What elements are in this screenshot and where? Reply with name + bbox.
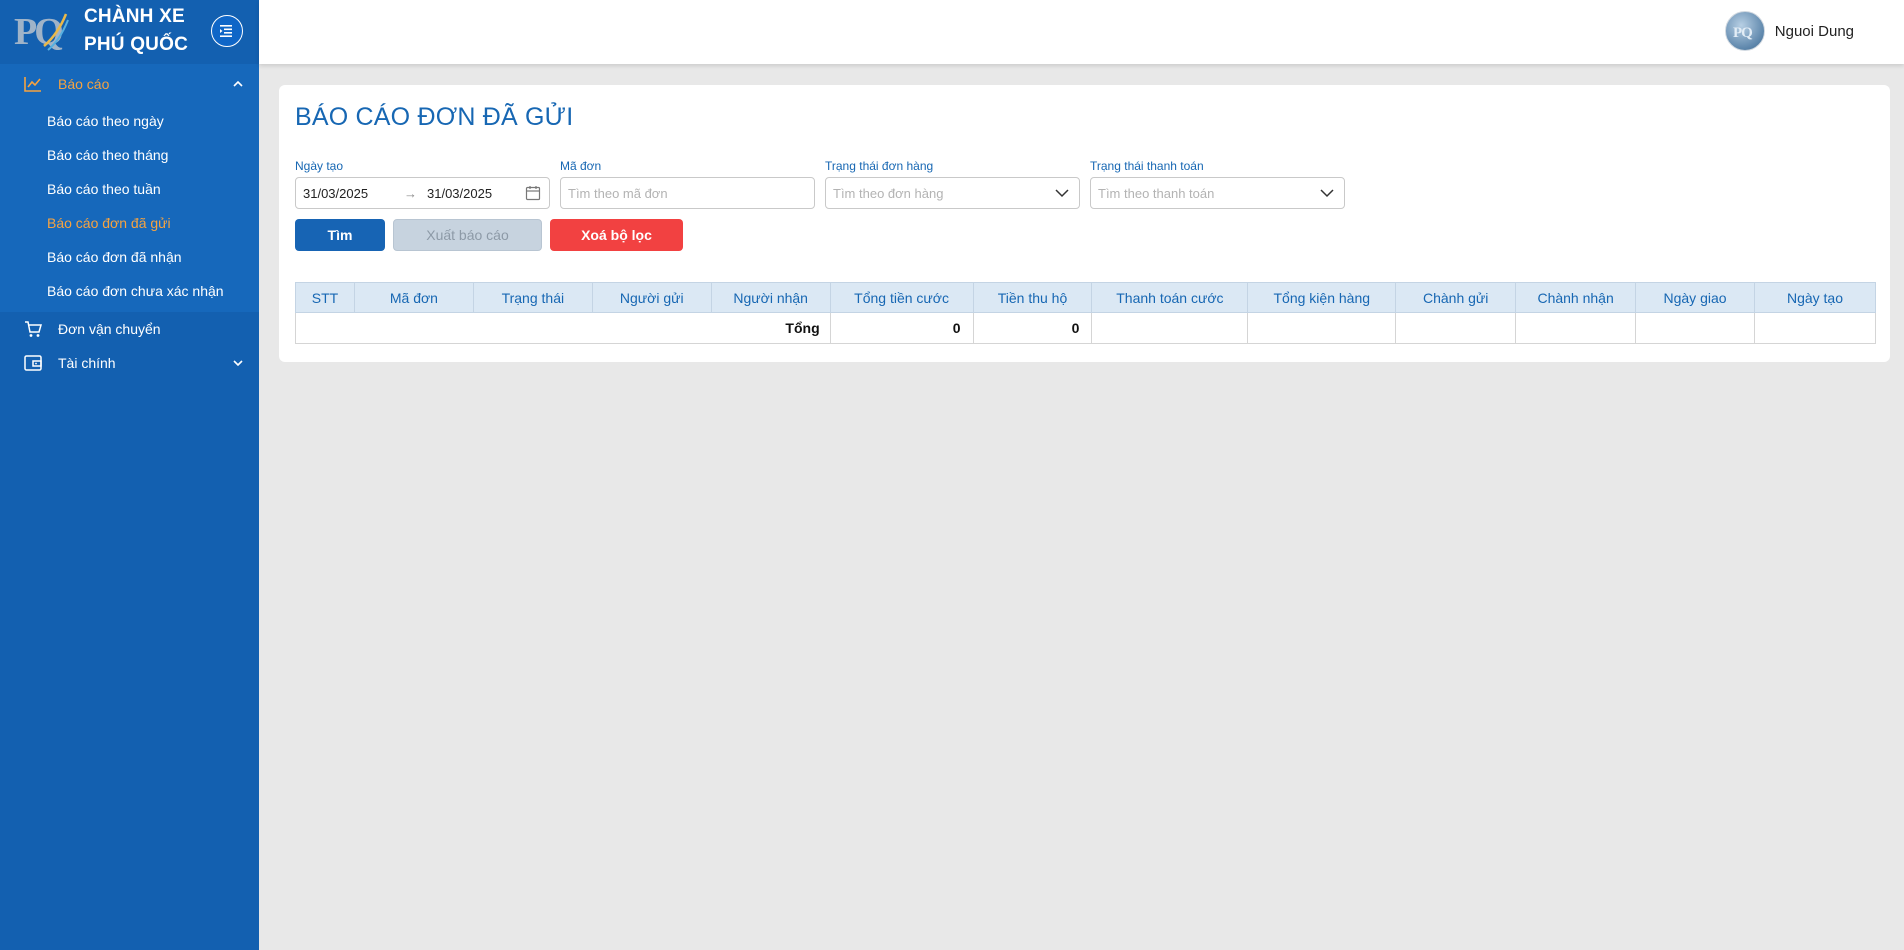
table-cell [1515, 312, 1637, 344]
column-header[interactable]: Chành gửi [1395, 282, 1517, 313]
sidebar: PQ CHÀNH XE PHÚ QUỐC Báo cáo Báo cáo the… [0, 0, 259, 950]
menu-group-reports: Báo cáo Báo cáo theo ngày Báo cáo theo t… [0, 64, 259, 312]
column-header[interactable]: Người nhận [710, 282, 831, 313]
menu-fold-icon [220, 25, 232, 37]
sidebar-item-report-sent-orders[interactable]: Báo cáo đơn đã gửi [0, 206, 259, 240]
sidebar-item-report-by-day[interactable]: Báo cáo theo ngày [0, 104, 259, 138]
date-range-picker[interactable]: 31/03/2025 → 31/03/2025 [295, 177, 550, 209]
order-status-select[interactable]: Tìm theo đơn hàng [825, 177, 1080, 209]
table-cell [1395, 312, 1517, 344]
sidebar-item-shipments[interactable]: Đơn vận chuyển [0, 312, 259, 346]
brand-line-2: PHÚ QUỐC [84, 34, 188, 55]
reports-submenu: Báo cáo theo ngày Báo cáo theo tháng Báo… [0, 104, 259, 312]
avatar: PQ [1724, 11, 1765, 51]
wallet-icon [22, 352, 44, 374]
column-header[interactable]: Chành nhận [1515, 282, 1637, 313]
brand: PQ CHÀNH XE PHÚ QUỐC [0, 0, 259, 62]
user-name: Nguoi Dung [1774, 22, 1854, 40]
order-status-placeholder: Tìm theo đơn hàng [833, 185, 944, 201]
table-cell [1753, 312, 1877, 344]
line-chart-icon [22, 73, 44, 95]
order-code-placeholder: Tìm theo mã đơn [568, 185, 668, 201]
export-report-button[interactable]: Xuất báo cáo [393, 219, 542, 251]
column-header[interactable]: Thanh toán cước [1091, 282, 1249, 313]
payment-status-placeholder: Tìm theo thanh toán [1098, 185, 1215, 201]
date-to-input[interactable]: 31/03/2025 [427, 186, 492, 201]
column-header[interactable]: Mã đơn [353, 282, 474, 313]
column-header[interactable]: STT [295, 282, 355, 313]
sidebar-item-report-received-orders[interactable]: Báo cáo đơn đã nhận [0, 240, 259, 274]
order-code-label: Mã đơn [560, 159, 602, 173]
column-header[interactable]: Ngày giao [1635, 282, 1755, 313]
page-title: BÁO CÁO ĐƠN ĐÃ GỬI [295, 103, 574, 131]
sidebar-item-reports[interactable]: Báo cáo [0, 64, 259, 104]
report-table: STT Mã đơn Trạng thái Người gửi Người nh… [295, 282, 1877, 344]
sidebar-item-label: Đơn vận chuyển [58, 321, 161, 337]
column-header[interactable]: Người gửi [591, 282, 712, 313]
total-cod-value: 0 [972, 312, 1093, 344]
top-header: PQ Nguoi Dung [259, 0, 1904, 64]
svg-text:PQ: PQ [1733, 25, 1753, 41]
find-button[interactable]: Tìm [295, 219, 385, 251]
brand-line-1: CHÀNH XE [84, 6, 185, 27]
table-header-row: STT Mã đơn Trạng thái Người gửi Người nh… [295, 282, 1877, 313]
payment-status-label: Trạng thái thanh toán [1090, 159, 1204, 173]
column-header[interactable]: Trạng thái [472, 282, 593, 313]
date-from-input[interactable]: 31/03/2025 [303, 186, 368, 201]
chevron-down-icon [1055, 189, 1069, 198]
sidebar-item-report-unconfirmed-orders[interactable]: Báo cáo đơn chưa xác nhận [0, 274, 259, 308]
sidebar-item-label: Tài chính [58, 355, 116, 371]
payment-status-select[interactable]: Tìm theo thanh toán [1090, 177, 1345, 209]
table-cell [1635, 312, 1755, 344]
order-status-label: Trạng thái đơn hàng [825, 159, 934, 173]
column-header[interactable]: Ngày tạo [1753, 282, 1877, 313]
user-menu[interactable]: PQ Nguoi Dung [1724, 11, 1854, 51]
order-code-input[interactable]: Tìm theo mã đơn [560, 177, 815, 209]
table-total-row: Tổng 0 0 [295, 312, 1877, 344]
sidebar-item-finance[interactable]: Tài chính [0, 346, 259, 380]
column-header[interactable]: Tiền thu hộ [972, 282, 1093, 313]
brand-logo: PQ [14, 6, 70, 56]
report-card: BÁO CÁO ĐƠN ĐÃ GỬI Ngày tạo 31/03/2025 →… [279, 85, 1890, 362]
sidebar-item-report-by-week[interactable]: Báo cáo theo tuần [0, 172, 259, 206]
column-header[interactable]: Tổng kiện hàng [1247, 282, 1397, 313]
sidebar-item-report-by-month[interactable]: Báo cáo theo tháng [0, 138, 259, 172]
chevron-down-icon [1320, 189, 1334, 198]
sidebar-item-label: Báo cáo [58, 76, 110, 92]
calendar-icon[interactable] [525, 185, 541, 201]
chevron-up-icon [233, 81, 243, 87]
table-cell [1247, 312, 1397, 344]
arrow-right-icon: → [404, 185, 417, 201]
total-fee-value: 0 [829, 312, 974, 344]
table-cell [1091, 312, 1249, 344]
sidebar-toggle-button[interactable] [211, 15, 243, 47]
chevron-down-icon [233, 360, 243, 366]
sidebar-menu: Báo cáo Báo cáo theo ngày Báo cáo theo t… [0, 64, 259, 380]
brand-name: CHÀNH XE PHÚ QUỐC [84, 3, 188, 59]
cart-icon [22, 318, 44, 340]
clear-filters-button[interactable]: Xoá bộ lọc [550, 219, 683, 251]
date-filter-label: Ngày tạo [295, 159, 344, 173]
column-header[interactable]: Tổng tiền cước [829, 282, 974, 313]
total-label: Tổng [295, 312, 831, 344]
avatar-logo-icon: PQ [1733, 25, 1754, 41]
